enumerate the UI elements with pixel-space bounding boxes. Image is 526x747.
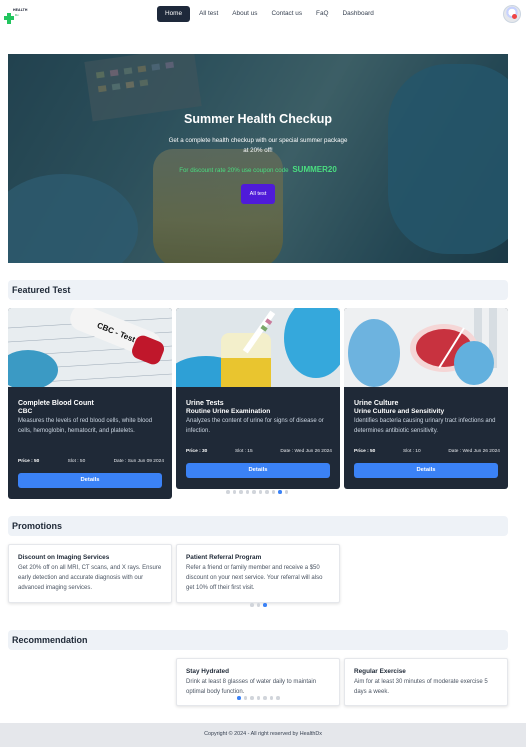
carousel-dot[interactable] — [263, 696, 267, 700]
hero-banner: Summer Health Checkup Get a complete hea… — [8, 54, 508, 263]
coupon-text: For discount rate 20% use coupon code — [179, 167, 289, 174]
medical-cross-bar — [4, 16, 14, 20]
recommendation-text: Aim for at least 30 minutes of moderate … — [354, 679, 488, 695]
card-body: Complete Blood Count CBC Measures the le… — [18, 387, 164, 436]
card-date: Date : Wed Jun 26 2024 — [280, 449, 332, 454]
hero-overlay — [8, 54, 508, 263]
nav-faq[interactable]: FaQ — [309, 6, 335, 22]
navbar: HEALTH Dx Home All test About us Contact… — [0, 0, 526, 30]
promotions-carousel-dots[interactable] — [250, 603, 267, 607]
cbc-test-image: CBC - Test — [8, 308, 172, 387]
promotion-text: Get 20% off on all MRI, CT scans, and X … — [18, 565, 162, 591]
hero-all-test-button[interactable]: All test — [241, 184, 275, 204]
card-description: Identifies bacteria causing urinary trac… — [354, 418, 496, 434]
details-button[interactable]: Details — [18, 473, 162, 488]
hero-coupon: For discount rate 20% use coupon code SU… — [8, 165, 508, 174]
recommendation-title: Stay Hydrated — [186, 668, 229, 675]
carousel-dot[interactable] — [237, 696, 241, 700]
card-price: Price : 50 — [18, 459, 40, 464]
card-date: Date : Wed Jun 26 2024 — [448, 449, 500, 454]
recommendation-heading: Recommendation — [8, 630, 508, 650]
details-button[interactable]: Details — [354, 463, 498, 478]
card-meta: Price : 50 Slot : 10 Date : Wed Jun 26 2… — [354, 449, 500, 454]
carousel-dot[interactable] — [265, 490, 269, 494]
urine-test-image — [176, 308, 340, 387]
card-body: Urine Culture Urine Culture and Sensitiv… — [354, 387, 500, 436]
featured-test-heading: Featured Test — [8, 280, 508, 300]
carousel-dot[interactable] — [250, 603, 254, 607]
user-avatar[interactable] — [503, 5, 521, 23]
carousel-dot[interactable] — [276, 696, 280, 700]
promotion-card[interactable]: Patient Referral Program Refer a friend … — [176, 544, 340, 603]
nav-home[interactable]: Home — [157, 6, 191, 22]
test-card-urine: Urine Tests Routine Urine Examination An… — [176, 308, 340, 489]
test-card-cbc: CBC - Test Complete Blood Count CBC Meas… — [8, 308, 172, 499]
carousel-dot[interactable] — [250, 696, 254, 700]
hero-title: Summer Health Checkup — [184, 112, 332, 126]
footer-copyright: Copyright © 2024 - All right reserved by… — [204, 731, 322, 737]
card-title: Complete Blood Count — [18, 400, 94, 407]
carousel-dot[interactable] — [239, 490, 243, 494]
nav-all-test[interactable]: All test — [192, 6, 225, 22]
carousel-dot[interactable] — [263, 603, 267, 607]
carousel-dot[interactable] — [284, 490, 288, 494]
card-subtitle: Routine Urine Examination — [186, 408, 271, 415]
recommendation-text: Drink at least 8 glasses of water daily … — [186, 679, 317, 695]
test-card-urine-culture: Urine Culture Urine Culture and Sensitiv… — [344, 308, 508, 489]
coupon-code: SUMMER20 — [292, 165, 337, 174]
card-description: Analyzes the content of urine for signs … — [186, 418, 324, 434]
card-slot: Slot : 50 — [67, 459, 86, 464]
card-slot: Slot : 10 — [403, 449, 421, 454]
promotion-title: Discount on Imaging Services — [18, 554, 110, 561]
urine-culture-image — [344, 308, 508, 387]
carousel-dot[interactable] — [245, 490, 249, 494]
logo-subtext: Dx — [15, 13, 19, 17]
carousel-dot[interactable] — [258, 490, 262, 494]
main-nav: Home All test About us Contact us FaQ Da… — [157, 6, 381, 22]
carousel-dot[interactable] — [256, 696, 260, 700]
promotion-card[interactable]: Discount on Imaging Services Get 20% off… — [8, 544, 172, 603]
card-slot: Slot : 15 — [235, 449, 253, 454]
footer: Copyright © 2024 - All right reserved by… — [0, 723, 526, 747]
nav-contact-us[interactable]: Contact us — [264, 6, 309, 22]
logo-text: HEALTH — [13, 8, 28, 12]
card-price: Price : 30 — [186, 449, 208, 454]
nav-dashboard[interactable]: Dashboard — [335, 6, 380, 22]
card-date: Date : Sun Jun 09 2024 — [113, 459, 164, 464]
card-meta: Price : 50 Slot : 50 Date : Sun Jun 09 2… — [18, 459, 164, 464]
card-title: Urine Culture — [354, 400, 399, 407]
card-price: Price : 50 — [354, 449, 376, 454]
carousel-dot[interactable] — [252, 490, 256, 494]
carousel-dot[interactable] — [269, 696, 273, 700]
promotion-title: Patient Referral Program — [186, 554, 262, 561]
card-meta: Price : 30 Slot : 15 Date : Wed Jun 26 2… — [186, 449, 332, 454]
card-body: Urine Tests Routine Urine Examination An… — [186, 387, 332, 436]
details-button[interactable]: Details — [186, 463, 330, 478]
carousel-dot[interactable] — [226, 490, 230, 494]
recommendation-card[interactable]: Regular Exercise Aim for at least 30 min… — [344, 658, 508, 706]
recommendation-carousel-dots[interactable] — [237, 696, 280, 700]
featured-carousel-dots[interactable] — [226, 490, 288, 494]
card-subtitle: Urine Culture and Sensitivity — [354, 408, 445, 415]
card-subtitle: CBC — [18, 408, 33, 415]
hero-description: Get a complete health checkup with our s… — [168, 137, 348, 154]
carousel-dot[interactable] — [271, 490, 275, 494]
carousel-dot[interactable] — [232, 490, 236, 494]
avatar-status-dot — [512, 14, 517, 19]
carousel-dot[interactable] — [256, 603, 260, 607]
carousel-dot[interactable] — [278, 490, 282, 494]
healthdx-logo[interactable]: HEALTH Dx — [4, 7, 28, 24]
card-description: Measures the levels of red blood cells, … — [18, 418, 153, 434]
recommendation-title: Regular Exercise — [354, 668, 406, 675]
nav-about-us[interactable]: About us — [225, 6, 264, 22]
card-title: Urine Tests — [186, 400, 224, 407]
promotion-text: Refer a friend or family member and rece… — [186, 565, 323, 591]
promotions-heading: Promotions — [8, 516, 508, 536]
carousel-dot[interactable] — [243, 696, 247, 700]
